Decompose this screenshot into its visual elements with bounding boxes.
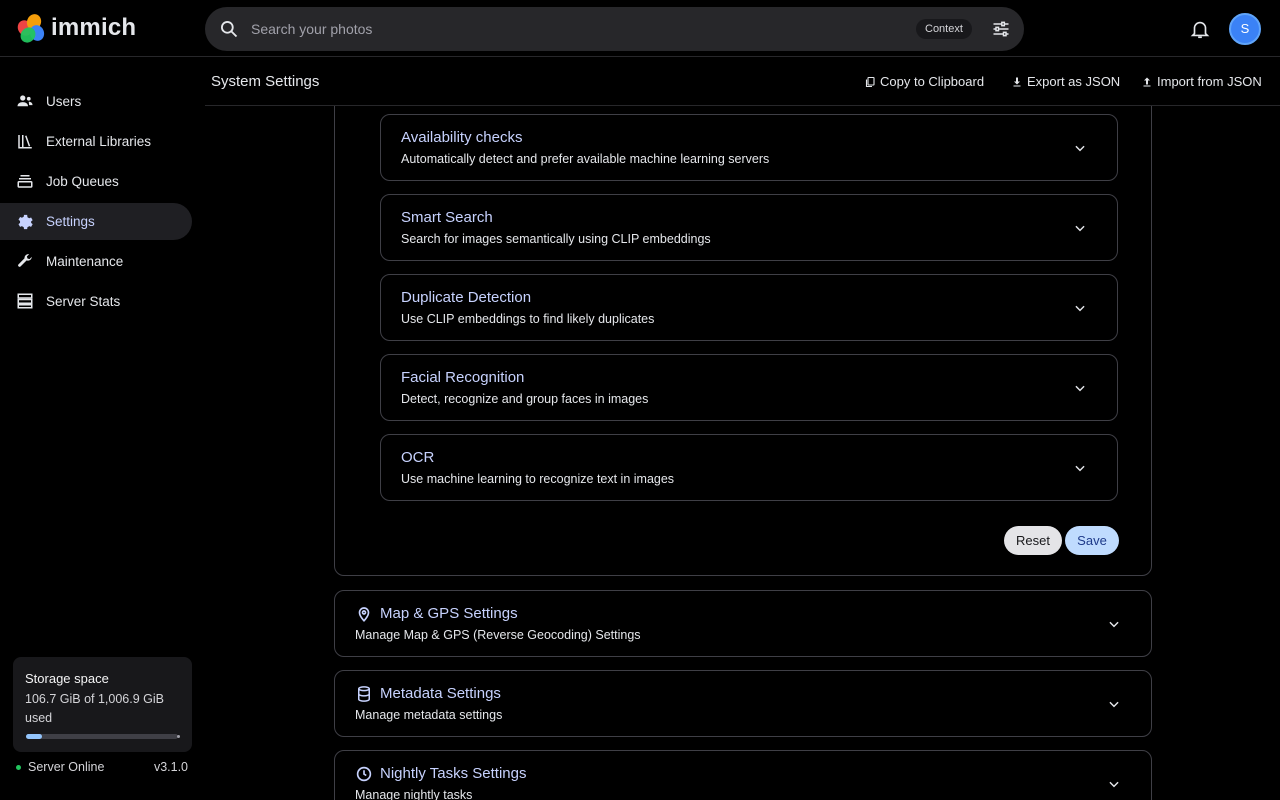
reset-button[interactable]: Reset bbox=[1004, 526, 1062, 555]
storage-progress-bar bbox=[26, 734, 180, 739]
sidebar-item-settings[interactable]: Settings bbox=[0, 203, 192, 240]
ml-subsection-ocr[interactable]: OCR Use machine learning to recognize te… bbox=[380, 434, 1118, 501]
context-chip[interactable]: Context bbox=[916, 19, 972, 39]
page-title: System Settings bbox=[211, 73, 320, 90]
import-json-button[interactable]: Import from JSON bbox=[1141, 74, 1262, 89]
save-button[interactable]: Save bbox=[1065, 526, 1119, 555]
search-icon[interactable] bbox=[219, 19, 239, 39]
tray-icon bbox=[17, 175, 33, 188]
subsection-description: Use CLIP embeddings to find likely dupli… bbox=[401, 312, 655, 326]
chevron-down-icon[interactable] bbox=[1073, 461, 1087, 475]
copy-to-clipboard-button[interactable]: Copy to Clipboard bbox=[864, 74, 984, 89]
users-icon bbox=[17, 95, 33, 107]
sidebar-item-job-queues[interactable]: Job Queues bbox=[0, 163, 192, 200]
ml-subsection-smart-search[interactable]: Smart Search Search for images semantica… bbox=[380, 194, 1118, 261]
chevron-down-icon[interactable] bbox=[1073, 141, 1087, 155]
settings-content: Availability checks Automatically detect… bbox=[205, 106, 1280, 800]
upload-icon bbox=[1143, 77, 1151, 86]
section-title: Map & GPS Settings bbox=[380, 605, 518, 622]
storage-card: Storage space 106.7 GiB of 1,006.9 GiB u… bbox=[13, 657, 192, 752]
chevron-down-icon[interactable] bbox=[1107, 697, 1121, 711]
app-logo[interactable]: immich bbox=[14, 12, 137, 46]
chevron-down-icon[interactable] bbox=[1073, 221, 1087, 235]
sidebar-item-label: External Libraries bbox=[46, 134, 152, 149]
sidebar-item-label: Settings bbox=[46, 214, 95, 229]
app-name: immich bbox=[51, 14, 137, 41]
chevron-down-icon[interactable] bbox=[1073, 381, 1087, 395]
server-version[interactable]: v3.1.0 bbox=[154, 760, 188, 774]
sidebar-item-users[interactable]: Users bbox=[0, 83, 192, 120]
copy-icon bbox=[865, 76, 875, 87]
sidebar-item-label: Maintenance bbox=[46, 254, 124, 269]
export-label: Export as JSON bbox=[1027, 74, 1121, 89]
section-nightly-tasks-settings[interactable]: Nightly Tasks Settings Manage nightly ta… bbox=[334, 750, 1152, 800]
section-title: Nightly Tasks Settings bbox=[380, 765, 527, 782]
subsection-description: Use machine learning to recognize text i… bbox=[401, 472, 675, 486]
server-status-text: Server Online bbox=[28, 760, 105, 774]
section-description: Manage Map & GPS (Reverse Geocoding) Set… bbox=[355, 628, 641, 642]
sidebar-item-server-stats[interactable]: Server Stats bbox=[0, 283, 192, 320]
top-bar: immich Context S bbox=[0, 0, 1280, 57]
subsection-title: Smart Search bbox=[401, 209, 493, 226]
section-description: Manage nightly tasks bbox=[355, 788, 473, 800]
page-header: System Settings Copy to Clipboard Export… bbox=[205, 57, 1280, 106]
map-pin-icon bbox=[358, 607, 370, 622]
section-metadata-settings[interactable]: Metadata Settings Manage metadata settin… bbox=[334, 670, 1152, 737]
chevron-down-icon[interactable] bbox=[1073, 301, 1087, 315]
online-status-dot bbox=[16, 765, 21, 770]
chevron-down-icon[interactable] bbox=[1107, 777, 1121, 791]
tune-icon[interactable] bbox=[991, 19, 1011, 39]
section-title: Metadata Settings bbox=[380, 685, 501, 702]
ml-subsection-facial-recognition[interactable]: Facial Recognition Detect, recognize and… bbox=[380, 354, 1118, 421]
section-map-gps-settings[interactable]: Map & GPS Settings Manage Map & GPS (Rev… bbox=[334, 590, 1152, 657]
storage-detail: 106.7 GiB of 1,006.9 GiB used bbox=[25, 692, 164, 725]
database-icon bbox=[358, 686, 370, 702]
immich-logo-icon bbox=[14, 12, 47, 46]
library-icon bbox=[18, 135, 32, 149]
search-bar: Context bbox=[205, 7, 1024, 51]
subsection-title: Facial Recognition bbox=[401, 369, 525, 386]
download-icon bbox=[1013, 77, 1021, 86]
ml-subsection-availability-checks[interactable]: Availability checks Automatically detect… bbox=[380, 114, 1118, 181]
bell-icon[interactable] bbox=[1189, 18, 1211, 40]
sidebar-item-label: Users bbox=[46, 94, 82, 109]
wrench-icon bbox=[18, 254, 32, 267]
sidebar: Users External Libraries Job Queues Sett… bbox=[0, 57, 205, 800]
subsection-title: OCR bbox=[401, 449, 435, 466]
export-json-button[interactable]: Export as JSON bbox=[1011, 74, 1120, 89]
sidebar-item-maintenance[interactable]: Maintenance bbox=[0, 243, 192, 280]
subsection-title: Availability checks bbox=[401, 129, 523, 146]
storage-title: Storage space bbox=[25, 671, 109, 686]
subsection-description: Automatically detect and prefer availabl… bbox=[401, 152, 770, 166]
gear-icon bbox=[18, 214, 33, 230]
import-label: Import from JSON bbox=[1157, 74, 1262, 89]
ml-subsection-duplicate-detection[interactable]: Duplicate Detection Use CLIP embeddings … bbox=[380, 274, 1118, 341]
search-input[interactable] bbox=[251, 7, 891, 51]
subsection-description: Search for images semantically using CLI… bbox=[401, 232, 711, 246]
chevron-down-icon[interactable] bbox=[1107, 617, 1121, 631]
server-icon bbox=[17, 293, 33, 309]
clock-icon bbox=[356, 766, 372, 782]
storage-progress-fill bbox=[26, 734, 43, 739]
storage-bar-end-dot bbox=[177, 735, 180, 738]
sidebar-item-external-libraries[interactable]: External Libraries bbox=[0, 123, 192, 160]
subsection-title: Duplicate Detection bbox=[401, 289, 532, 306]
sidebar-item-label: Server Stats bbox=[46, 294, 121, 309]
user-avatar[interactable]: S bbox=[1229, 13, 1261, 45]
copy-label: Copy to Clipboard bbox=[880, 74, 985, 89]
sidebar-item-label: Job Queues bbox=[46, 174, 119, 189]
subsection-description: Detect, recognize and group faces in ima… bbox=[401, 392, 649, 406]
section-description: Manage metadata settings bbox=[355, 708, 503, 722]
